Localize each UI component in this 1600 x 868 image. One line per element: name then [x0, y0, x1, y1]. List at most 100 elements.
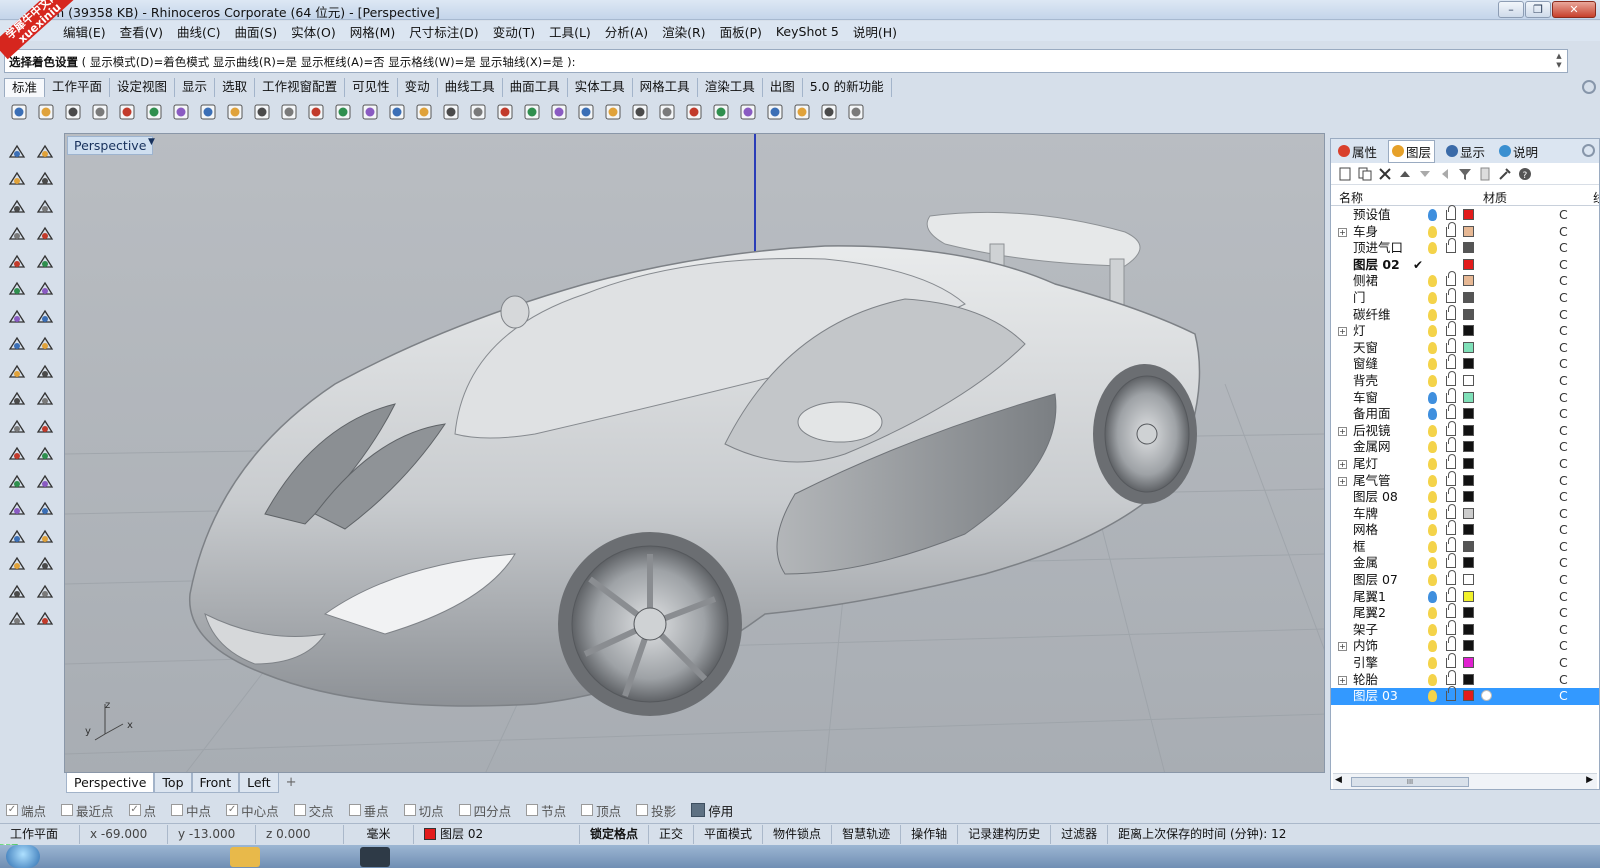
toolbar-tab[interactable]: 渲染工具	[698, 78, 763, 97]
minimize-button[interactable]: –	[1498, 1, 1524, 18]
open-folder-icon[interactable]	[33, 99, 58, 124]
osnap-checkbox[interactable]	[293, 804, 306, 816]
status-unit[interactable]: 毫米	[344, 824, 414, 844]
pan-hand-icon[interactable]	[249, 99, 274, 124]
join-icon[interactable]	[32, 387, 58, 412]
undo-icon[interactable]	[222, 99, 247, 124]
visibility-bulb-icon[interactable]	[1428, 291, 1437, 304]
layer-color-swatch[interactable]	[1463, 507, 1474, 519]
taskbar-app-icon[interactable]	[360, 847, 390, 867]
menu-item[interactable]: 曲线(C)	[170, 22, 227, 41]
layer-row[interactable]: + 尾灯 C	[1331, 453, 1599, 473]
lock-icon[interactable]	[1446, 238, 1456, 254]
lock-icon[interactable]	[1446, 570, 1456, 586]
layer-row[interactable]: + 后视镜 C	[1331, 420, 1599, 440]
expand-icon[interactable]: +	[1338, 327, 1347, 337]
viewport-tab[interactable]: Perspective	[66, 773, 155, 793]
lock-icon[interactable]	[1446, 321, 1456, 337]
osnap-option[interactable]: 交点	[293, 801, 334, 820]
menu-item[interactable]: 分析(A)	[598, 22, 655, 41]
osnap-checkbox[interactable]	[348, 804, 361, 816]
osnap-checkbox[interactable]: ✓	[128, 804, 141, 816]
visibility-bulb-icon[interactable]	[1428, 491, 1437, 504]
visibility-bulb-icon[interactable]	[1428, 474, 1437, 487]
layer-row[interactable]: 尾翼2 C	[1331, 603, 1599, 622]
rotate-view-icon[interactable]	[411, 99, 436, 124]
offset-icon[interactable]	[32, 552, 58, 577]
toolbar-tab[interactable]: 网格工具	[633, 78, 698, 97]
group-icon[interactable]	[32, 414, 58, 439]
col-extra[interactable]: 线	[1593, 189, 1599, 206]
paste-icon[interactable]	[195, 99, 220, 124]
layer-color-swatch[interactable]	[1463, 325, 1474, 337]
layer-help-icon[interactable]: ?	[1517, 166, 1533, 182]
toolbar-tab[interactable]: 工作视窗配置	[255, 78, 346, 97]
layer-row[interactable]: 金属 C	[1331, 553, 1599, 572]
snap-icon[interactable]	[546, 99, 571, 124]
layer-row[interactable]: 门C	[1331, 287, 1599, 307]
visibility-bulb-icon[interactable]	[1428, 590, 1437, 603]
layer-color-swatch[interactable]	[1463, 557, 1474, 569]
osnap-option[interactable]: 中点	[171, 801, 211, 820]
loft-icon[interactable]	[32, 277, 58, 302]
export-icon[interactable]	[114, 99, 139, 124]
osnap-option[interactable]: 投影	[636, 801, 676, 820]
layer-color-swatch[interactable]	[1463, 242, 1474, 254]
grid-icon[interactable]	[816, 99, 841, 124]
dimension-icon[interactable]	[32, 469, 58, 494]
menu-item[interactable]: 实体(O)	[284, 22, 343, 41]
material-icon[interactable]	[1481, 690, 1492, 702]
osnap-option[interactable]: 顶点	[581, 801, 621, 820]
osnap-checkbox[interactable]	[171, 804, 184, 816]
visibility-bulb-icon[interactable]	[1428, 690, 1437, 703]
command-scroll[interactable]: ▲ ▼	[1553, 52, 1565, 70]
mesh-icon[interactable]	[32, 332, 58, 357]
osnap-option[interactable]: 节点	[526, 801, 566, 820]
toolbar-tab[interactable]: 5.0 的新功能	[803, 78, 892, 97]
move-left-icon[interactable]	[1437, 166, 1453, 182]
status-toggle[interactable]: 物件锁点	[763, 824, 833, 844]
close-button[interactable]: ✕	[1552, 1, 1596, 18]
menu-item[interactable]: 渲染(R)	[655, 22, 712, 41]
copy-icon[interactable]	[168, 99, 193, 124]
osnap-checkbox[interactable]	[636, 804, 649, 816]
visibility-bulb-icon[interactable]	[1428, 657, 1437, 670]
lock-icon[interactable]	[1446, 536, 1456, 552]
expand-icon[interactable]: +	[1338, 227, 1347, 237]
render-icon[interactable]	[762, 99, 787, 124]
layer-row[interactable]: 侧裙 C	[1331, 271, 1599, 290]
scroll-right-icon[interactable]: ▶	[1586, 775, 1593, 785]
visibility-bulb-icon[interactable]	[1428, 540, 1437, 553]
layer-row[interactable]: 碳纤维 C	[1331, 304, 1599, 324]
layer-color-swatch[interactable]	[1463, 374, 1474, 386]
split-icon[interactable]	[4, 387, 30, 412]
toolbar-tab[interactable]: 曲面工具	[503, 78, 568, 97]
align-icon[interactable]	[32, 497, 58, 522]
layer-row[interactable]: + 尾气管 C	[1331, 470, 1599, 490]
osnap-checkbox[interactable]	[691, 803, 706, 817]
visibility-bulb-icon[interactable]	[1428, 640, 1437, 653]
lock-icon[interactable]	[1446, 354, 1456, 370]
lock-icon[interactable]	[600, 99, 625, 124]
layer-color-swatch[interactable]	[1463, 308, 1474, 320]
cylinder-icon[interactable]	[4, 332, 30, 357]
menu-item[interactable]: 尺寸标注(D)	[402, 22, 485, 41]
scroll-thumb[interactable]: III	[1351, 777, 1469, 787]
car-ghost-icon[interactable]	[492, 99, 517, 124]
status-toggle[interactable]: 过滤器	[1051, 824, 1109, 844]
layer-row[interactable]: 图层 08 C	[1331, 487, 1599, 506]
circle-icon[interactable]	[4, 194, 30, 219]
new-sublayer-icon[interactable]	[1357, 166, 1373, 182]
material-sphere-icon[interactable]	[735, 99, 760, 124]
layer-row[interactable]: 图层 02 ✔ C	[1331, 257, 1599, 274]
osnap-checkbox[interactable]: ✓	[226, 804, 239, 816]
delete-layer-icon[interactable]	[1377, 166, 1393, 182]
status-toggle[interactable]: 正交	[649, 824, 695, 844]
array-icon[interactable]	[4, 497, 30, 522]
grid-array-icon[interactable]	[4, 552, 30, 577]
layer-color-swatch[interactable]	[1463, 275, 1474, 287]
explode-icon[interactable]	[4, 359, 30, 384]
layer-row[interactable]: 备用面 C	[1331, 404, 1599, 423]
move-down-icon[interactable]	[1417, 166, 1433, 182]
layer-color-swatch[interactable]	[1463, 391, 1474, 403]
